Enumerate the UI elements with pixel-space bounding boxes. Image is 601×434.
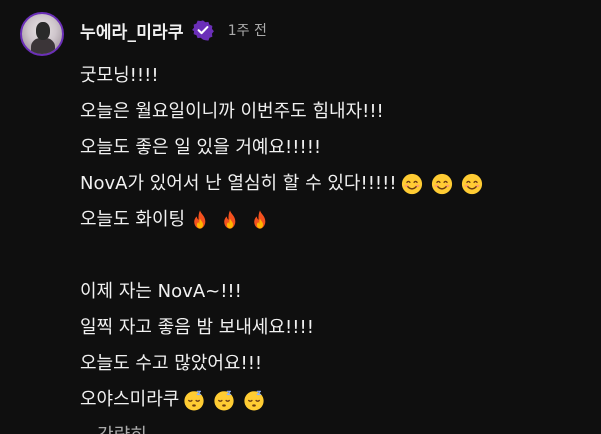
- post-line: NovA가 있어서 난 열심히 할 수 있다!!!!!: [80, 166, 590, 202]
- post-line: 오늘도 수고 많았어요!!!: [80, 353, 263, 374]
- channel-name[interactable]: 누에라_미라쿠: [80, 18, 184, 43]
- sleeping-face-icon: [184, 390, 204, 411]
- smiling-face-icon: [401, 173, 422, 195]
- post-line: 이제 자는 NovA~!!!: [80, 281, 242, 302]
- sleeping-face-icon: [214, 390, 234, 411]
- fire-icon: [254, 210, 266, 229]
- post-line: 오늘도 화이팅: [80, 202, 590, 238]
- channel-avatar[interactable]: [20, 12, 64, 56]
- post-line: 오야스미라쿠: [80, 382, 590, 418]
- smiling-face-icon: [461, 173, 482, 195]
- post-header: 누에라_미라쿠 1주 전: [80, 17, 267, 43]
- fire-icon: [194, 210, 206, 229]
- post-line: 오늘도 좋은 일 있을 거예요!!!!!: [80, 137, 322, 158]
- post-line: 일찍 자고 좋음 밤 보내세요!!!!: [80, 317, 314, 338]
- post-content: 굿모닝!!!! 오늘은 월요일이니까 이번주도 힘내자!!! 오늘도 좋은 일 …: [80, 58, 590, 434]
- show-less-link[interactable]: ...간략히: [80, 418, 147, 434]
- verified-check-icon: [191, 20, 214, 41]
- sleeping-face-icon: [244, 390, 264, 411]
- post-timestamp[interactable]: 1주 전: [228, 20, 267, 40]
- post-line: 오늘은 월요일이니까 이번주도 힘내자!!!: [80, 101, 384, 122]
- post-line: 굿모닝!!!!: [80, 65, 159, 86]
- post-line: ...간략히: [80, 418, 590, 434]
- fire-icon: [224, 210, 236, 229]
- community-post: 누에라_미라쿠 1주 전 굿모닝!!!! 오늘은 월요일이니까 이번주도 힘내자…: [0, 0, 601, 434]
- smiling-face-icon: [431, 173, 452, 195]
